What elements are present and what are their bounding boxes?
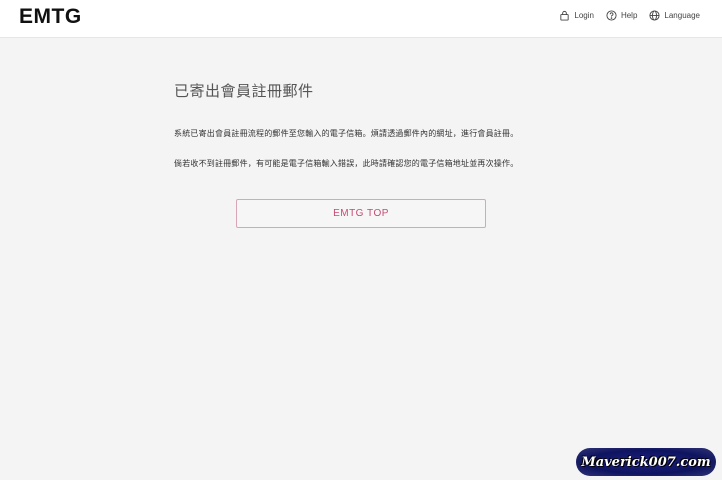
header: EMTG Login Help Language bbox=[0, 0, 722, 38]
help-label: Help bbox=[620, 11, 638, 20]
language-label: Language bbox=[664, 11, 700, 20]
watermark: Maverick007.com bbox=[576, 448, 716, 476]
page-title: 已寄出會員註冊郵件 bbox=[174, 82, 314, 100]
confirmation-message: 系統已寄出會員註冊流程的郵件至您輸入的電子信箱。煩請透過郵件內的網址，進行會員註… bbox=[174, 129, 519, 138]
language-link[interactable]: Language bbox=[649, 10, 700, 21]
logo[interactable]: EMTG bbox=[19, 5, 82, 29]
help-message: 倘若收不到註冊郵件，有可能是電子信箱輸入錯誤，此時請確認您的電子信箱地址並再次操… bbox=[174, 159, 519, 168]
help-link[interactable]: Help bbox=[606, 10, 637, 21]
login-label: Login bbox=[574, 11, 594, 20]
help-icon bbox=[606, 10, 617, 21]
header-nav: Login Help Language bbox=[559, 10, 700, 21]
emtg-top-button[interactable]: EMTG TOP bbox=[236, 199, 486, 228]
main-content: 已寄出會員註冊郵件 系統已寄出會員註冊流程的郵件至您輸入的電子信箱。煩請透過郵件… bbox=[0, 39, 722, 480]
lock-icon bbox=[559, 10, 570, 21]
globe-icon bbox=[649, 10, 660, 21]
login-link[interactable]: Login bbox=[559, 10, 594, 21]
